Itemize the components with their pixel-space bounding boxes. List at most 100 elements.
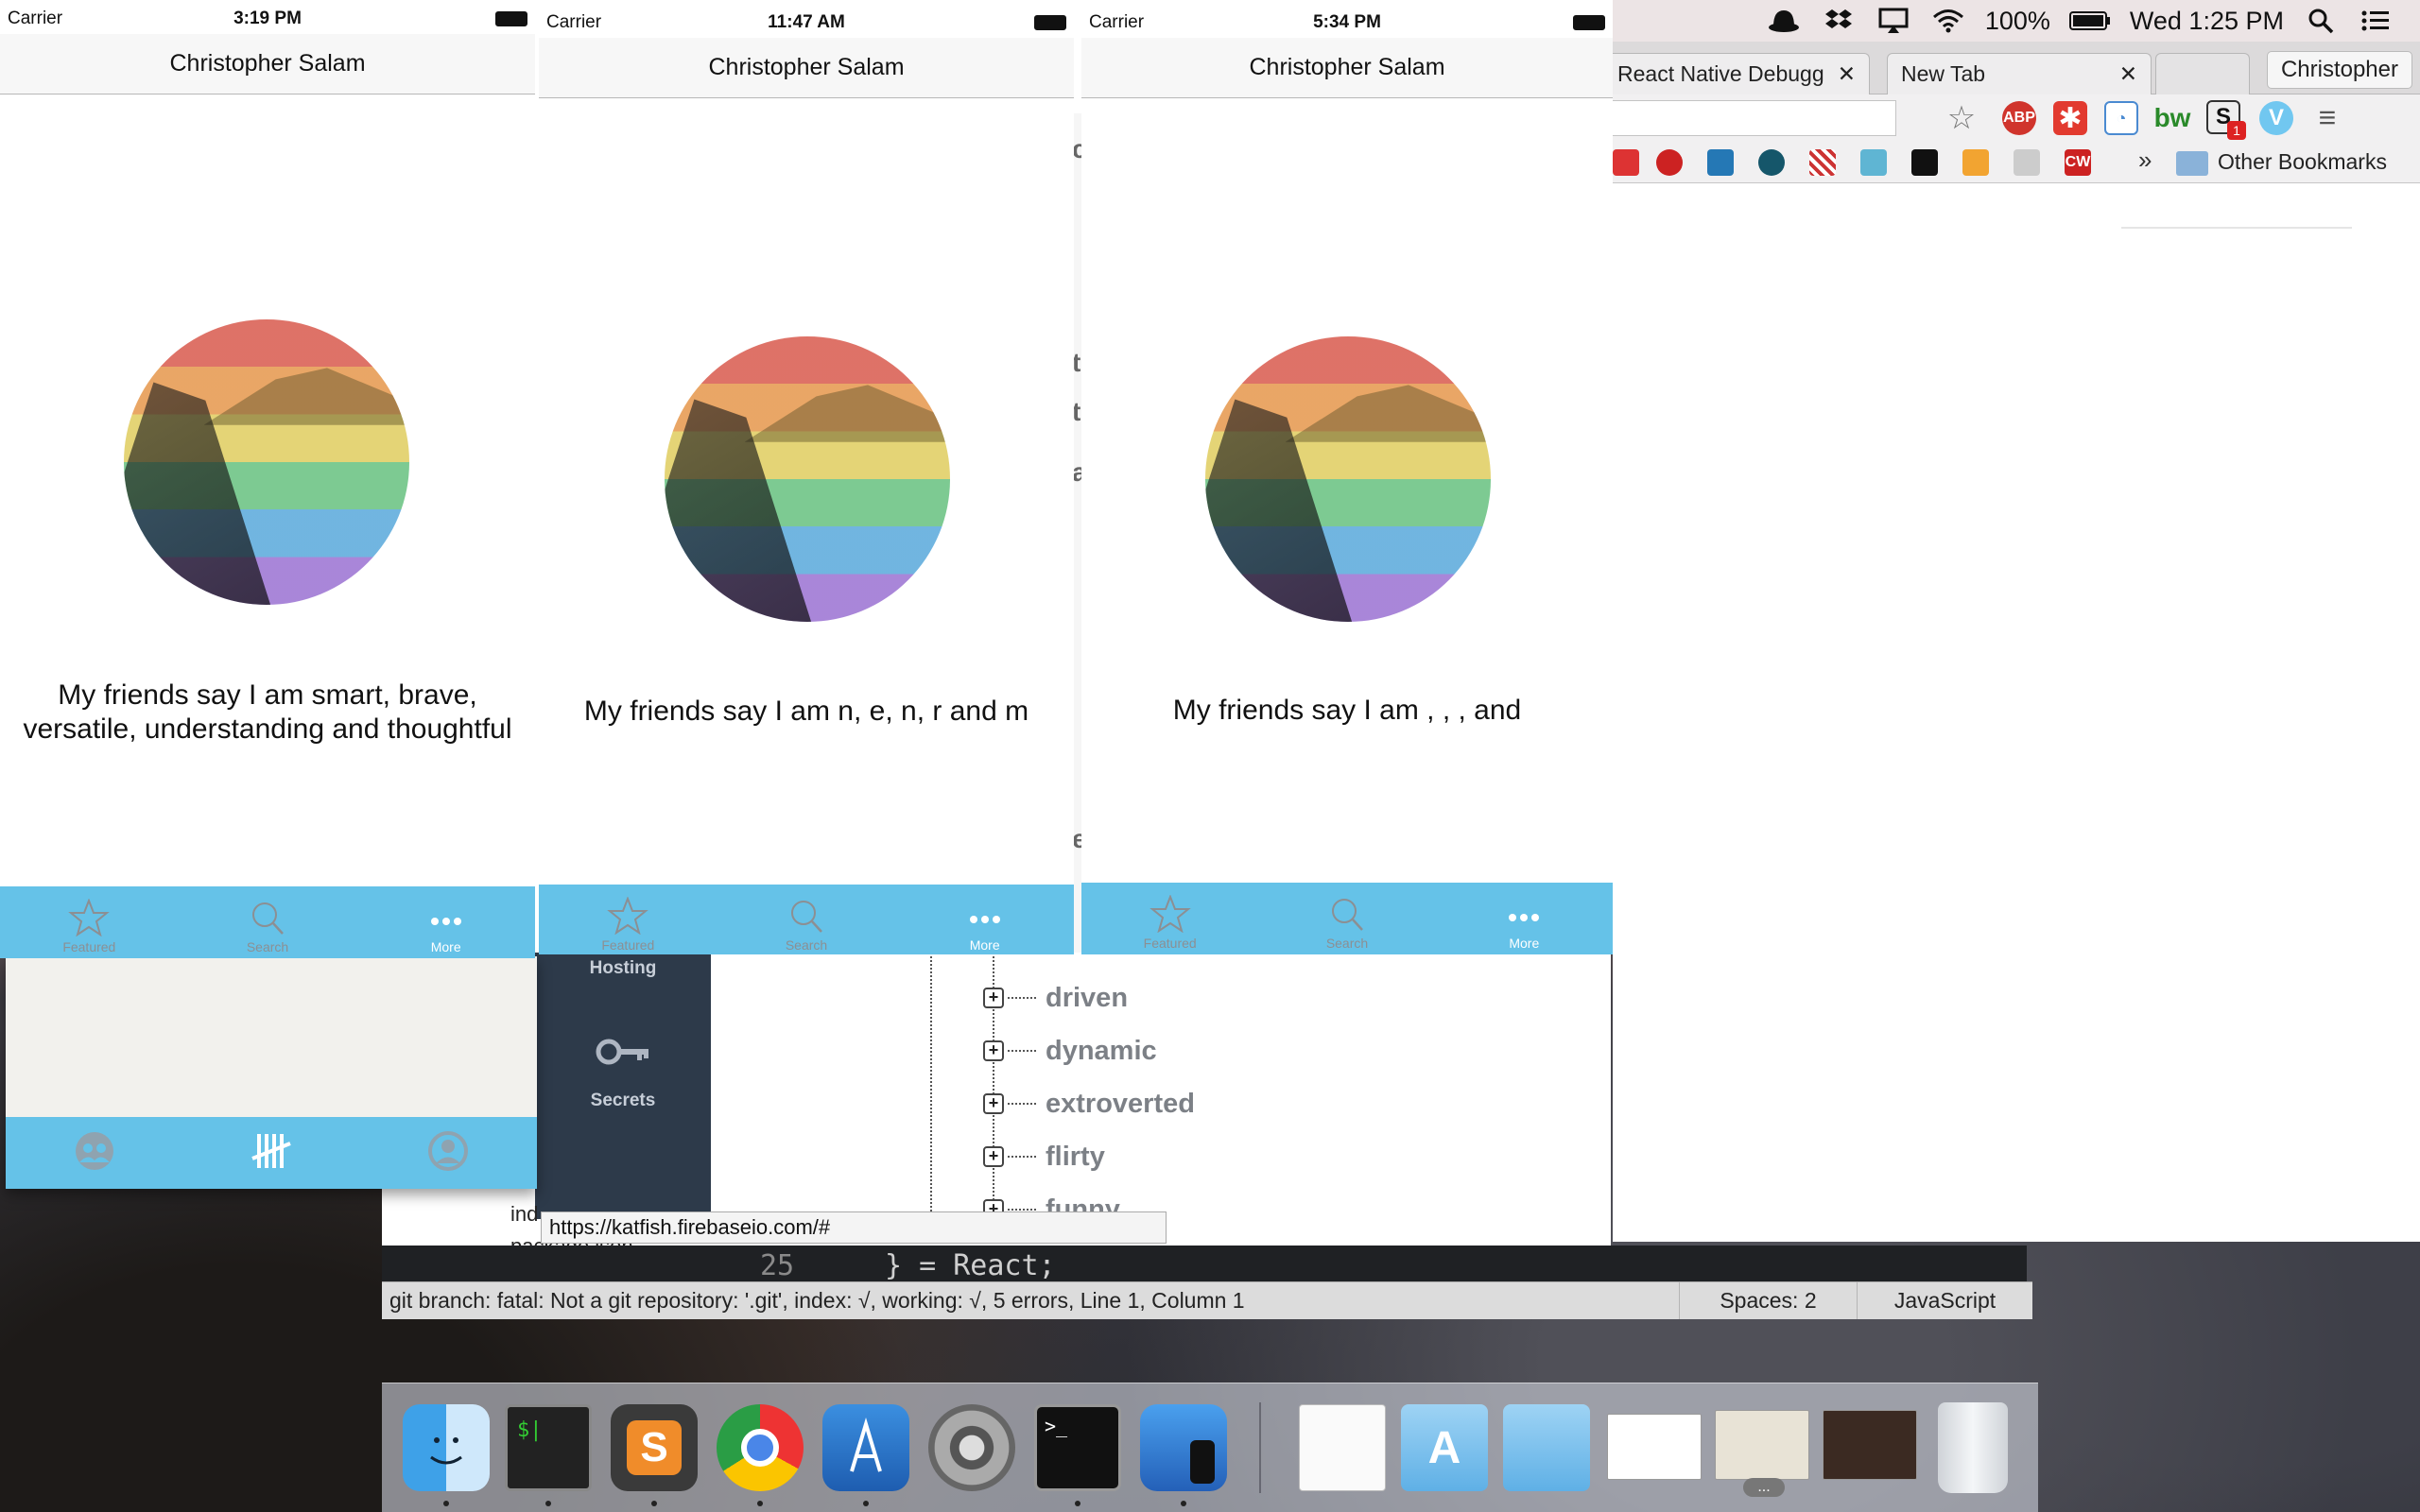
xcode-icon[interactable] [822,1404,909,1491]
expand-icon[interactable]: + [983,1093,1004,1114]
bookmark-icon[interactable] [1613,149,1639,176]
indentation-selector[interactable]: Spaces: 2 [1679,1282,1857,1319]
applications-folder-icon[interactable]: A [1401,1404,1488,1491]
folder-icon [2176,151,2208,176]
wordpress-icon[interactable] [1707,149,1734,176]
window-thumbnail-icon[interactable] [1715,1410,1809,1480]
lastpass-icon[interactable]: ✱ [2053,101,2087,135]
trash-icon[interactable] [1938,1402,2008,1493]
chrome-menu-icon[interactable]: ≡ [2310,100,2344,134]
status-text: git branch: fatal: Not a git repository:… [389,1288,1245,1313]
friends-quote: My friends say I am smart, brave, versat… [23,679,512,745]
dock-separator [1259,1402,1261,1493]
line-number: 25 [760,1249,795,1282]
syntax-selector[interactable]: JavaScript [1857,1282,2032,1319]
other-bookmarks[interactable]: Other Bookmarks [2218,149,2387,175]
close-icon[interactable]: ✕ [1838,61,1856,87]
airplay-icon[interactable] [1876,6,1911,36]
tree-node[interactable]: + flirty [983,1138,1105,1176]
ios-simulator-1: Carrier 3:19 PM Christopher Salam My fri… [0,0,535,958]
ios-simulator-icon[interactable] [1140,1404,1227,1491]
window-thumbnail-icon[interactable] [1607,1414,1702,1480]
tree-node[interactable]: + driven [983,979,1128,1017]
status-bar: Carrier 5:34 PM [1081,4,1613,42]
url-tooltip: https://katfish.firebaseio.com/# [541,1211,1167,1244]
terminal-icon[interactable]: >_ [1034,1404,1121,1491]
group-icon[interactable] [74,1130,115,1177]
divider [2121,227,2352,229]
tab-featured[interactable]: Featured [1081,883,1258,954]
extension-badge: 1 [2227,121,2246,140]
macos-menubar: 100% Wed 1:25 PM [1607,0,2420,42]
star-icon [68,898,111,939]
bookmark-icon[interactable] [2014,149,2040,176]
notification-center-icon[interactable] [2358,6,2394,36]
bookmark-icon[interactable] [1758,149,1785,176]
code-area[interactable]: 25 } = React; [382,1246,2027,1283]
profile-avatar [124,319,409,605]
tab-more[interactable]: More [1436,883,1613,954]
expand-icon[interactable]: + [983,1040,1004,1061]
tally-icon[interactable] [251,1130,292,1177]
star-icon [607,896,649,937]
pulse-icon[interactable] [1911,149,1938,176]
tab-search[interactable]: Search [179,886,357,958]
battery-icon[interactable] [2068,6,2111,36]
tab-more[interactable]: More [356,886,535,958]
code-line: } = React; [885,1249,1056,1282]
system-preferences-icon[interactable] [928,1404,1015,1491]
new-tab-button[interactable] [2155,53,2250,94]
window-thumbnail-icon[interactable] [1823,1410,1917,1480]
bookmark-icon[interactable] [1809,149,1836,176]
tab-new-tab[interactable]: New Tab ✕ [1887,53,2152,94]
tree-guide [930,953,932,1227]
wifi-icon[interactable] [1930,6,1966,36]
bookmark-icon[interactable] [1860,149,1887,176]
tab-more[interactable]: More [895,885,1074,954]
close-icon[interactable]: ✕ [2119,61,2137,87]
dropbox-icon[interactable] [1821,6,1857,36]
tab-bar: Featured Search More [1081,883,1613,954]
iterm-icon[interactable]: $| [505,1404,592,1491]
spotlight-icon[interactable] [2303,6,2339,36]
sidebar-item-secrets[interactable]: Secrets [535,1091,711,1111]
status-bar: Carrier 11:47 AM [539,4,1074,42]
sidebar-item-hosting[interactable]: Hosting [535,958,711,979]
finder-icon[interactable] [403,1404,490,1491]
adblock-plus-icon[interactable]: ABP [2002,101,2036,135]
bookmarks-overflow[interactable]: » [2138,146,2152,175]
status-time: 11:47 AM [768,12,845,32]
vimeo-icon[interactable]: V [2259,101,2293,135]
tab-label: React Native Debugg [1617,61,1824,86]
search-icon [1326,895,1368,936]
tab-search[interactable]: Search [1258,883,1435,954]
dock-overflow: ... [1743,1478,1785,1497]
bowler-hat-icon[interactable] [1766,6,1802,36]
profile-button[interactable]: Christopher [2266,51,2412,89]
sublime-text-icon[interactable]: S [611,1404,698,1491]
expand-icon[interactable]: + [983,988,1004,1008]
speed-dial-icon[interactable]: ◔ [2104,101,2138,135]
tree-node[interactable]: + extroverted [983,1085,1195,1123]
profile-icon[interactable] [427,1130,469,1177]
more-icon [1503,895,1545,936]
bookmark-icon[interactable] [1656,149,1683,176]
tab-featured[interactable]: Featured [539,885,717,954]
chrome-icon[interactable] [717,1404,804,1491]
battery-icon [1573,15,1605,30]
folder-icon[interactable] [1503,1404,1590,1491]
document-icon[interactable] [1299,1404,1386,1491]
bookmark-star-icon[interactable]: ☆ [1944,100,1979,136]
builtwith-icon[interactable]: bw [2154,101,2191,135]
expand-icon[interactable]: + [983,1146,1004,1167]
more-icon [964,897,1006,937]
menubar-clock[interactable]: Wed 1:25 PM [2130,7,2284,36]
tab-search[interactable]: Search [717,885,896,954]
stackoverflow-icon[interactable] [1962,149,1989,176]
bookmark-cw[interactable]: CW [2065,149,2091,176]
omnibox[interactable] [1613,100,1896,136]
tree-node[interactable]: + dynamic [983,1032,1157,1070]
tab-featured[interactable]: Featured [0,886,179,958]
tab-react-native-debugger[interactable]: React Native Debugg ✕ [1603,53,1870,94]
tab-bar: Featured Search More [539,885,1074,954]
